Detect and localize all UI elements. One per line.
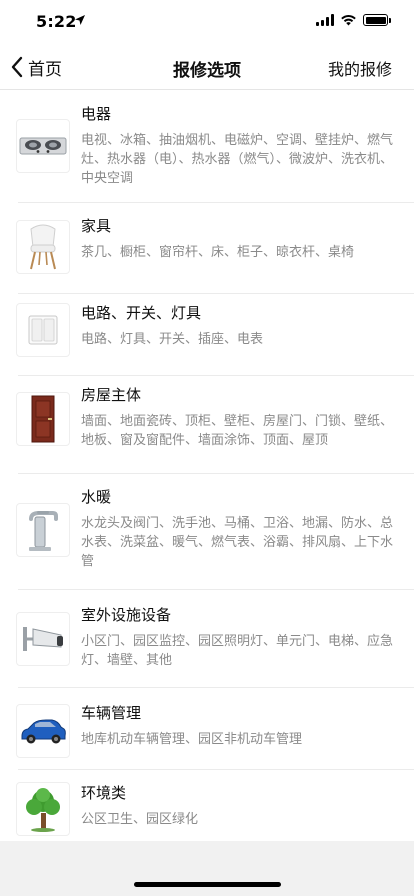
bottom-background xyxy=(0,841,414,896)
list-item-electrical[interactable]: 电路、开关、灯具 电路、灯具、开关、插座、电表 xyxy=(0,294,414,376)
gas-stove-icon xyxy=(16,119,70,173)
item-title: 水暖 xyxy=(81,488,112,506)
wifi-icon xyxy=(341,14,356,26)
list-item-appliances[interactable]: 电器 电视、冰箱、抽油烟机、电磁炉、空调、壁挂炉、燃气灶、热水器（电）、热水器（… xyxy=(0,91,414,203)
item-title: 家具 xyxy=(81,217,112,235)
item-desc: 茶几、橱柜、窗帘杆、床、柜子、晾衣杆、桌椅 xyxy=(81,245,355,260)
home-indicator[interactable] xyxy=(134,882,281,887)
list-item-vehicle-management[interactable]: 车辆管理 地库机动车辆管理、园区非机动车管理 xyxy=(0,688,414,770)
chair-icon xyxy=(16,220,70,274)
item-desc: 电路、灯具、开关、插座、电表 xyxy=(81,332,264,347)
item-title: 电器 xyxy=(81,105,112,123)
repair-category-list: 电器 电视、冰箱、抽油烟机、电磁炉、空调、壁挂炉、燃气灶、热水器（电）、热水器（… xyxy=(0,91,414,852)
my-repairs-button[interactable]: 我的报修 xyxy=(328,56,392,80)
back-button[interactable]: 首页 xyxy=(10,52,62,82)
item-title: 车辆管理 xyxy=(81,704,142,722)
item-desc: 地库机动车辆管理、园区非机动车管理 xyxy=(81,732,303,747)
item-title: 环境类 xyxy=(81,784,127,802)
list-item-outdoor-facilities[interactable]: 室外设施设备 小区门、园区监控、园区照明灯、单元门、电梯、应急灯、墙壁、其他 xyxy=(0,590,414,688)
item-desc: 电视、冰箱、抽油烟机、电磁炉、空调、壁挂炉、燃气灶、热水器（电）、热水器（燃气）… xyxy=(81,133,394,186)
security-camera-icon xyxy=(16,612,70,666)
status-indicators xyxy=(316,14,391,26)
location-arrow-icon xyxy=(75,15,85,25)
status-time: 5:22 xyxy=(36,12,77,31)
faucet-icon xyxy=(16,503,70,557)
tree-icon xyxy=(16,782,70,836)
list-item-plumbing[interactable]: 水暖 水龙头及阀门、洗手池、马桶、卫浴、地漏、防水、总水表、洗菜盆、暖气、燃气表… xyxy=(0,474,414,590)
status-bar: 5:22 xyxy=(0,0,414,44)
light-switch-icon xyxy=(16,303,70,357)
list-item-furniture[interactable]: 家具 茶几、橱柜、窗帘杆、床、柜子、晾衣杆、桌椅 xyxy=(0,203,414,294)
list-item-environment[interactable]: 环境类 公区卫生、园区绿化 xyxy=(0,770,414,852)
item-desc: 墙面、地面瓷砖、顶柜、壁柜、房屋门、门锁、壁纸、地板、窗及窗配件、墙面涂饰、顶面… xyxy=(81,414,394,448)
item-title: 电路、开关、灯具 xyxy=(81,304,202,322)
battery-icon xyxy=(363,14,391,26)
item-desc: 公区卫生、园区绿化 xyxy=(81,812,199,827)
item-title: 室外设施设备 xyxy=(81,606,172,624)
item-title: 房屋主体 xyxy=(81,386,142,404)
item-desc: 水龙头及阀门、洗手池、马桶、卫浴、地漏、防水、总水表、洗菜盆、暖气、燃气表、浴霸… xyxy=(81,516,394,569)
item-desc: 小区门、园区监控、园区照明灯、单元门、电梯、应急灯、墙壁、其他 xyxy=(81,634,394,668)
car-icon xyxy=(16,704,70,758)
chevron-left-icon xyxy=(11,56,23,78)
door-icon xyxy=(16,392,70,446)
list-item-house-structure[interactable]: 房屋主体 墙面、地面瓷砖、顶柜、壁柜、房屋门、门锁、壁纸、地板、窗及窗配件、墙面… xyxy=(0,376,414,474)
back-label: 首页 xyxy=(28,59,62,80)
cellular-signal-icon xyxy=(316,14,334,26)
navigation-bar: 首页 报修选项 我的报修 xyxy=(0,44,414,90)
